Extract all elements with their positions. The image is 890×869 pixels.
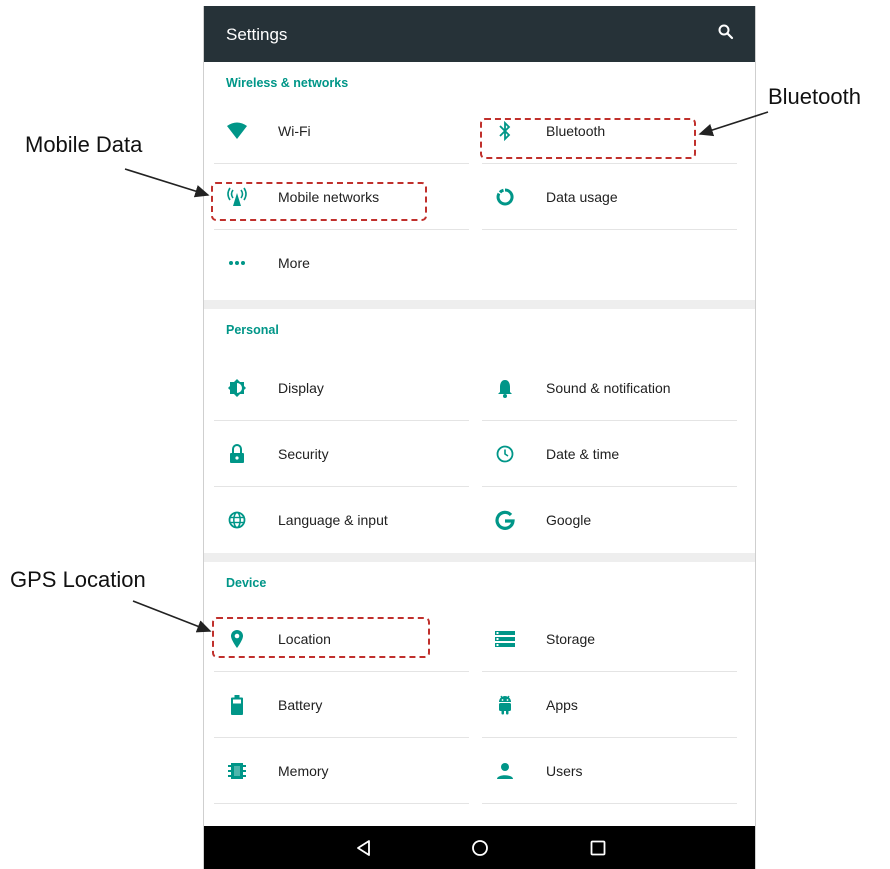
recents-square-icon[interactable] bbox=[588, 838, 608, 858]
divider bbox=[482, 803, 737, 804]
bell-icon bbox=[494, 378, 516, 398]
settings-item-label: Users bbox=[546, 763, 583, 779]
settings-item-label: More bbox=[278, 255, 310, 271]
search-icon[interactable] bbox=[717, 23, 735, 41]
wifi-icon bbox=[226, 121, 248, 141]
section-header: Wireless & networks bbox=[226, 76, 349, 90]
more-dots-icon bbox=[226, 253, 248, 273]
settings-item-security[interactable]: Security bbox=[214, 421, 469, 487]
divider bbox=[482, 229, 737, 230]
arrow-to-mobile-networks bbox=[124, 168, 210, 198]
divider bbox=[214, 803, 469, 804]
settings-item-label: Sound & notification bbox=[546, 380, 671, 396]
settings-item-battery[interactable]: Battery bbox=[214, 672, 469, 738]
person-icon bbox=[494, 761, 516, 781]
annotation-label-gps-location: GPS Location bbox=[10, 567, 146, 592]
settings-item-label: Apps bbox=[546, 697, 578, 713]
globe-icon bbox=[226, 510, 248, 530]
settings-item-label: Language & input bbox=[278, 512, 388, 528]
settings-item-label: Wi-Fi bbox=[278, 123, 311, 139]
settings-item-users[interactable]: Users bbox=[482, 738, 737, 804]
system-nav-bar bbox=[204, 826, 755, 869]
page-title: Settings bbox=[226, 25, 288, 44]
settings-item-label: Data usage bbox=[546, 189, 618, 205]
settings-item-label: Security bbox=[278, 446, 329, 462]
settings-item-memory[interactable]: Memory bbox=[214, 738, 469, 804]
settings-item-language-input[interactable]: Language & input bbox=[214, 487, 469, 553]
section-device: Device Location Storage Battery Apps Mem… bbox=[204, 562, 755, 826]
data-usage-icon bbox=[494, 187, 516, 207]
settings-item-storage[interactable]: Storage bbox=[482, 606, 737, 672]
settings-item-wifi[interactable]: Wi-Fi bbox=[214, 98, 469, 164]
settings-item-more[interactable]: More bbox=[214, 230, 469, 296]
memory-chip-icon bbox=[226, 761, 248, 781]
app-bar: Settings bbox=[204, 6, 755, 62]
arrow-to-location bbox=[132, 600, 212, 633]
settings-item-google[interactable]: Google bbox=[482, 487, 737, 553]
section-header: Device bbox=[226, 576, 267, 590]
annotation-label-bluetooth: Bluetooth bbox=[768, 84, 861, 109]
lock-icon bbox=[226, 444, 248, 464]
settings-item-date-time[interactable]: Date & time bbox=[482, 421, 737, 487]
settings-item-label: Storage bbox=[546, 631, 596, 647]
section-header: Personal bbox=[226, 323, 279, 337]
battery-icon bbox=[226, 695, 248, 715]
settings-item-data-usage[interactable]: Data usage bbox=[482, 164, 737, 230]
settings-item-label: Display bbox=[278, 380, 324, 396]
settings-item-label: Google bbox=[546, 512, 592, 528]
settings-item-label: Memory bbox=[278, 763, 329, 779]
home-circle-icon[interactable] bbox=[470, 838, 490, 858]
android-icon bbox=[494, 695, 516, 715]
google-g-icon bbox=[494, 510, 516, 530]
annotation-box-bluetooth bbox=[480, 118, 696, 159]
settings-item-sound-notification[interactable]: Sound & notification bbox=[482, 355, 737, 421]
annotation-box-mobile-networks bbox=[211, 182, 427, 221]
storage-icon bbox=[494, 629, 516, 649]
settings-item-label: Date & time bbox=[546, 446, 620, 462]
section-personal: Personal Display Sound & notification Se… bbox=[204, 309, 755, 553]
annotation-box-location bbox=[212, 617, 430, 658]
section-wireless-networks: Wireless & networks Wi-Fi Bluetooth Mobi… bbox=[204, 62, 755, 300]
back-triangle-icon[interactable] bbox=[354, 838, 374, 858]
brightness-icon bbox=[226, 378, 248, 398]
settings-item-display[interactable]: Display bbox=[214, 355, 469, 421]
settings-item-apps[interactable]: Apps bbox=[482, 672, 737, 738]
annotation-label-mobile-data: Mobile Data bbox=[25, 132, 143, 157]
clock-icon bbox=[494, 444, 516, 464]
settings-item-label: Battery bbox=[278, 697, 323, 713]
